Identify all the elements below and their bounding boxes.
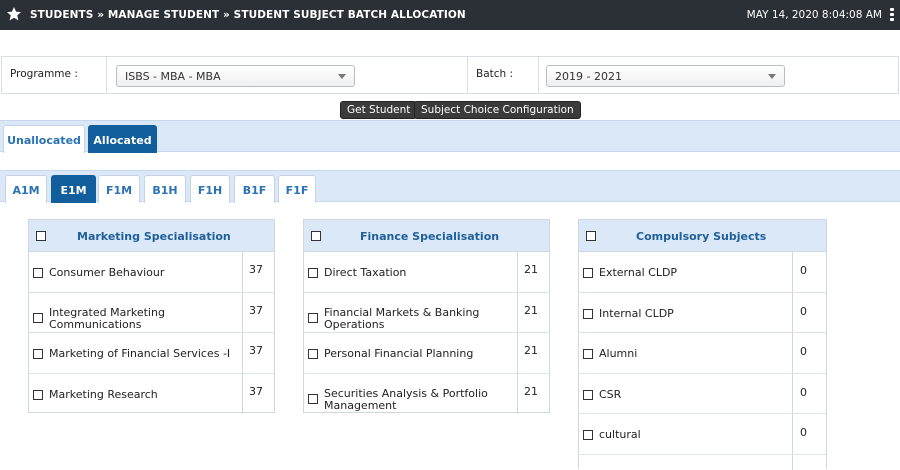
subject-checkbox[interactable] xyxy=(33,268,43,278)
select-all-checkbox[interactable] xyxy=(586,231,596,241)
subject-name: Internal CLDP xyxy=(599,306,674,320)
panel-title: Compulsory Subjects xyxy=(636,230,767,243)
batch-selected-value: 2019 - 2021 xyxy=(555,70,622,83)
subject-name: cultural xyxy=(599,428,641,441)
select-all-checkbox[interactable] xyxy=(311,231,321,241)
datetime-display: MAY 14, 2020 8:04:08 AM xyxy=(746,9,882,21)
subject-count: 21 xyxy=(524,303,538,317)
subject-name: Integrated Marketing Communications xyxy=(49,305,165,331)
divider xyxy=(467,57,468,93)
subject-name: CSR xyxy=(599,387,622,401)
subject-choice-configuration-button[interactable]: Subject Choice Configuration xyxy=(414,101,581,119)
subject-count: 37 xyxy=(249,344,263,357)
subject-row: Consumer Behaviour 37 xyxy=(29,252,274,293)
tab-f1h[interactable]: F1H xyxy=(190,175,230,203)
subject-count: 0 xyxy=(800,426,807,439)
tab-unallocated[interactable]: Unallocated xyxy=(3,125,85,153)
chevron-down-icon xyxy=(338,74,346,79)
subject-count: 37 xyxy=(249,384,263,398)
tab-a1m[interactable]: A1M xyxy=(5,175,47,203)
subject-name: Direct Taxation xyxy=(324,266,407,279)
filter-panel: Programme : ISBS - MBA - MBA Batch : 201… xyxy=(1,56,899,94)
subject-row: CSR 0 xyxy=(579,374,826,414)
subject-count: 0 xyxy=(800,304,807,318)
panel-header: Finance Specialisation xyxy=(304,220,549,252)
chevron-down-icon xyxy=(768,74,776,79)
subject-count: 0 xyxy=(800,345,807,358)
marketing-specialisation-panel: Marketing Specialisation Consumer Behavi… xyxy=(28,219,275,415)
subject-count: 21 xyxy=(524,344,538,357)
subject-row: cultural 0 xyxy=(579,414,826,455)
tab-b1h[interactable]: B1H xyxy=(144,175,186,203)
divider xyxy=(538,57,539,93)
subject-row: External CLDP 0 xyxy=(579,252,826,293)
batch-select[interactable]: 2019 - 2021 xyxy=(546,65,785,87)
subject-count: 0 xyxy=(800,385,807,399)
subject-row: Securities Analysis & Portfolio Manageme… xyxy=(304,374,549,415)
subject-name: Financial Markets & Banking Operations xyxy=(324,305,480,331)
programme-select[interactable]: ISBS - MBA - MBA xyxy=(116,65,355,87)
subject-row: Personal Financial Planning 21 xyxy=(304,333,549,374)
subject-row: Marketing of Financial Services -I 37 xyxy=(29,333,274,374)
subject-name: External CLDP xyxy=(599,266,678,279)
subject-row: Internal CLDP 0 xyxy=(579,293,826,333)
panel-title: Finance Specialisation xyxy=(360,230,500,243)
subject-name: Personal Financial Planning xyxy=(324,347,474,360)
panel-header: Marketing Specialisation xyxy=(29,220,274,252)
compulsory-subjects-panel: Compulsory Subjects External CLDP 0 Inte… xyxy=(578,219,827,470)
subject-name: Securities Analysis & Portfolio Manageme… xyxy=(324,386,488,412)
panel-header: Compulsory Subjects xyxy=(579,220,826,252)
top-bar: STUDENTS » MANAGE STUDENT » STUDENT SUBJ… xyxy=(0,0,900,30)
batch-label: Batch : xyxy=(476,68,514,80)
subject-checkbox[interactable] xyxy=(583,389,593,400)
subject-checkbox[interactable] xyxy=(308,268,318,278)
subject-row: Integrated Marketing Communications 37 xyxy=(29,293,274,333)
subject-name: Marketing of Financial Services -I xyxy=(49,347,231,360)
subject-checkbox[interactable] xyxy=(308,393,318,404)
star-icon[interactable] xyxy=(6,6,22,22)
subject-row: Direct Taxation 21 xyxy=(304,252,549,293)
tab-b1f[interactable]: B1F xyxy=(234,175,275,203)
subject-checkbox[interactable] xyxy=(583,268,593,278)
subject-count: 37 xyxy=(249,263,263,276)
allocation-tab-bar: Unallocated Allocated xyxy=(0,120,900,153)
tab-f1m[interactable]: F1M xyxy=(98,175,140,203)
subject-row: Marketing Research 37 xyxy=(29,374,274,415)
panel-title: Marketing Specialisation xyxy=(77,230,231,243)
subject-name: Marketing Research xyxy=(49,387,158,401)
tab-allocated[interactable]: Allocated xyxy=(88,125,157,153)
subject-checkbox[interactable] xyxy=(583,349,593,359)
subject-checkbox[interactable] xyxy=(583,430,593,440)
subject-row: Alumni 0 xyxy=(579,333,826,374)
page-breadcrumb: STUDENTS » MANAGE STUDENT » STUDENT SUBJ… xyxy=(30,9,466,21)
subject-checkbox[interactable] xyxy=(583,308,593,319)
select-all-checkbox[interactable] xyxy=(36,231,46,241)
subject-name: Alumni xyxy=(599,347,638,360)
subject-name: Consumer Behaviour xyxy=(49,266,165,279)
batch-tab-bar: A1M E1M F1M B1H F1H B1F F1F xyxy=(0,170,900,203)
subject-checkbox[interactable] xyxy=(33,349,43,359)
subject-count: 0 xyxy=(800,264,807,277)
subject-checkbox[interactable] xyxy=(33,312,43,323)
divider xyxy=(106,57,107,93)
programme-selected-value: ISBS - MBA - MBA xyxy=(125,70,221,83)
subject-checkbox[interactable] xyxy=(308,312,318,323)
subject-count: 21 xyxy=(524,384,538,398)
subject-checkbox[interactable] xyxy=(308,349,318,359)
subject-row: Financial Markets & Banking Operations 2… xyxy=(304,293,549,333)
get-student-button[interactable]: Get Student xyxy=(340,101,418,119)
subject-count: 37 xyxy=(249,303,263,317)
more-menu-icon[interactable] xyxy=(890,8,894,22)
subject-checkbox[interactable] xyxy=(33,389,43,400)
programme-label: Programme : xyxy=(10,68,78,80)
finance-specialisation-panel: Finance Specialisation Direct Taxation 2… xyxy=(303,219,550,415)
tab-f1f[interactable]: F1F xyxy=(278,175,316,203)
subject-count: 21 xyxy=(524,263,538,276)
tab-e1m[interactable]: E1M xyxy=(51,175,96,203)
